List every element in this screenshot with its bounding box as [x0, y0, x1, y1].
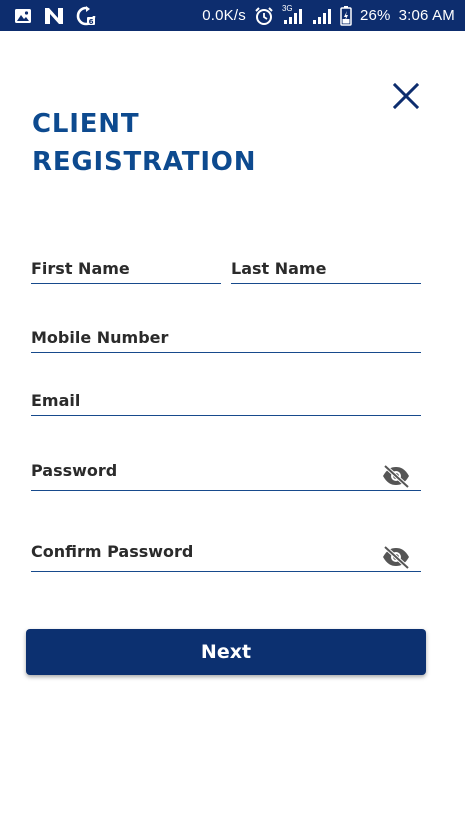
network-type: 3G	[281, 3, 293, 13]
signal-icon: 3G	[281, 3, 304, 25]
sync-icon: 6	[76, 6, 96, 26]
first-name-label: First Name	[31, 259, 130, 278]
n-icon	[44, 7, 64, 25]
page-title-line2: REGISTRATION	[32, 147, 257, 177]
page-title-line1: CLIENT	[32, 109, 140, 139]
confirm-password-field[interactable]: Confirm Password	[31, 536, 421, 572]
alarm-icon	[254, 6, 274, 26]
password-visibility-toggle[interactable]	[381, 464, 411, 488]
image-icon	[14, 7, 32, 25]
status-bar: 6 0.0K/s 3G 26% 3:06 AM	[0, 0, 465, 31]
page-title: CLIENT REGISTRATION	[32, 105, 256, 181]
first-name-field[interactable]: First Name	[31, 254, 221, 284]
eye-off-icon	[383, 545, 410, 569]
signal-icon	[312, 7, 332, 25]
password-label: Password	[31, 461, 118, 480]
mobile-number-label: Mobile Number	[31, 328, 169, 347]
clock: 3:06 AM	[398, 7, 455, 24]
close-icon	[393, 83, 419, 109]
eye-off-icon	[383, 464, 410, 488]
last-name-label: Last Name	[231, 259, 327, 278]
close-button[interactable]	[390, 80, 422, 112]
notification-icons: 6	[14, 6, 108, 26]
email-label: Email	[31, 391, 81, 410]
confirm-password-label: Confirm Password	[31, 542, 194, 561]
password-field[interactable]: Password	[31, 455, 421, 491]
mobile-number-field[interactable]: Mobile Number	[31, 323, 421, 353]
last-name-field[interactable]: Last Name	[231, 254, 421, 284]
next-button-label: Next	[200, 641, 252, 663]
battery-percent: 26%	[359, 7, 391, 24]
next-button[interactable]: Next	[26, 629, 426, 675]
email-field[interactable]: Email	[31, 386, 421, 416]
confirm-password-visibility-toggle[interactable]	[381, 545, 411, 569]
battery-icon	[340, 5, 352, 26]
svg-text:6: 6	[89, 18, 94, 26]
status-indicators: 0.0K/s 3G 26% 3:06 AM	[202, 0, 455, 31]
network-speed: 0.0K/s	[202, 7, 246, 24]
